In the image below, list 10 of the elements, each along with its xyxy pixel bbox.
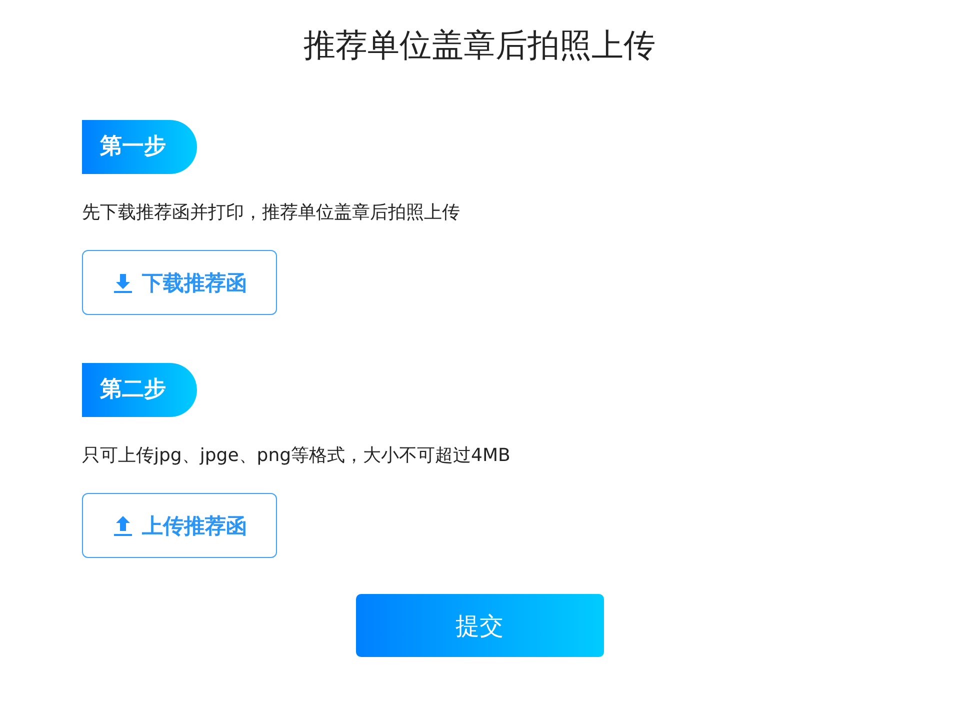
download-button[interactable]: 下载推荐函	[82, 250, 277, 315]
upload-icon	[112, 514, 134, 536]
download-icon	[112, 272, 134, 294]
step-badge: 第二步	[82, 363, 197, 417]
step-description: 只可上传jpg、jpge、png等格式，大小不可超过4MB	[82, 444, 510, 468]
upload-button[interactable]: 上传推荐函	[82, 493, 277, 558]
page-title: 推荐单位盖章后拍照上传	[302, 25, 656, 66]
step-badge: 第一步	[82, 120, 197, 174]
submit-button[interactable]: 提交	[356, 594, 604, 657]
step-description: 先下载推荐函并打印，推荐单位盖章后拍照上传	[82, 201, 460, 225]
